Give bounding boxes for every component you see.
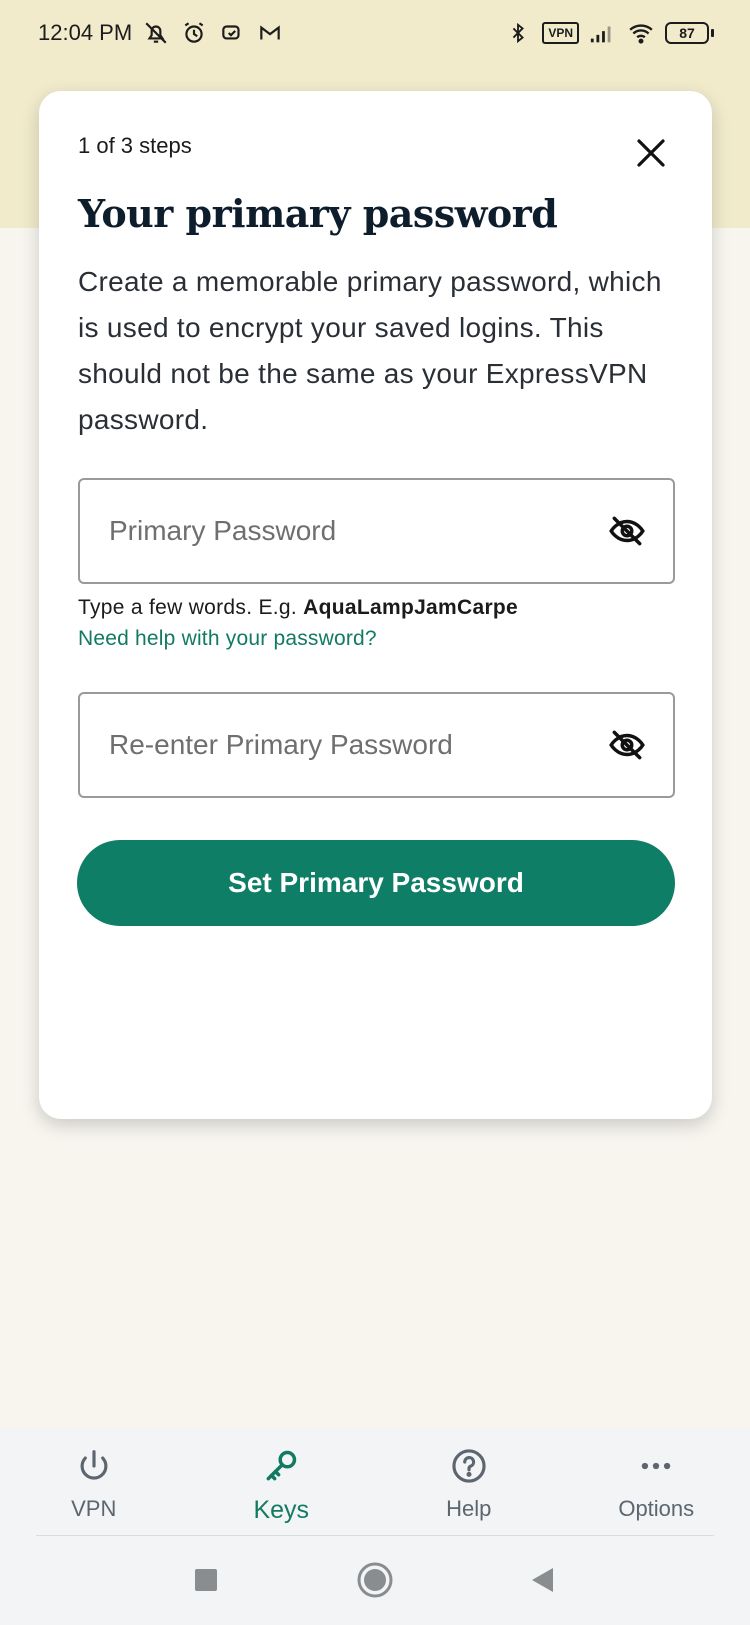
wifi-icon	[627, 19, 655, 47]
confirm-password-field[interactable]	[78, 692, 675, 798]
back-button[interactable]	[520, 1558, 564, 1602]
primary-password-dialog: 1 of 3 steps Your primary password Creat…	[39, 91, 712, 1119]
password-help-link[interactable]: Need help with your password?	[78, 627, 377, 651]
system-nav-bar	[0, 1536, 750, 1625]
primary-password-input[interactable]	[80, 480, 603, 582]
eye-off-icon	[609, 730, 645, 760]
more-dots-icon	[636, 1446, 676, 1486]
set-primary-password-button[interactable]: Set Primary Password	[77, 840, 675, 926]
vpn-icon: VPN	[542, 22, 579, 44]
toggle-visibility-button[interactable]	[603, 507, 651, 555]
tab-bar: VPN Keys Help Options	[0, 1428, 750, 1535]
key-icon	[261, 1446, 301, 1486]
status-right: VPN 87	[504, 19, 714, 47]
toggle-confirm-visibility-button[interactable]	[603, 721, 651, 769]
bottom-area: VPN Keys Help Options	[0, 1428, 750, 1625]
battery-tip	[711, 29, 714, 37]
tab-keys[interactable]: Keys	[188, 1428, 376, 1535]
signal-icon	[589, 19, 617, 47]
power-icon	[74, 1446, 114, 1486]
battery-level: 87	[665, 22, 709, 44]
hint-example: AquaLampJamCarpe	[303, 596, 519, 619]
tab-label: Keys	[253, 1496, 310, 1524]
app-notification-icon	[218, 19, 246, 47]
primary-password-field[interactable]	[78, 478, 675, 584]
gmail-icon	[256, 19, 284, 47]
bluetooth-icon	[504, 19, 532, 47]
tab-label: Options	[618, 1496, 695, 1521]
step-indicator: 1 of 3 steps	[78, 133, 192, 158]
status-bar: 12:04 PM VPN 87	[0, 0, 750, 66]
confirm-password-input[interactable]	[80, 694, 603, 796]
password-hint: Type a few words. E.g. AquaLampJamCarpe	[78, 596, 518, 620]
screen: 12:04 PM VPN 87 1 of 3 steps Your primar…	[0, 0, 750, 1625]
battery-icon: 87	[665, 22, 714, 44]
question-circle-icon	[449, 1446, 489, 1486]
tab-help[interactable]: Help	[375, 1428, 563, 1535]
close-icon	[637, 139, 665, 167]
alarm-icon	[180, 19, 208, 47]
eye-off-icon	[609, 516, 645, 546]
dialog-title: Your primary password	[78, 191, 558, 236]
tab-label: VPN	[71, 1496, 117, 1521]
tab-label: Help	[446, 1496, 492, 1521]
recents-button[interactable]	[184, 1558, 228, 1602]
back-triangle-icon	[532, 1568, 553, 1592]
dialog-description: Create a memorable primary password, whi…	[78, 266, 662, 435]
status-time: 12:04 PM	[38, 20, 133, 45]
tab-options[interactable]: Options	[563, 1428, 750, 1535]
square-icon	[195, 1569, 217, 1591]
home-button[interactable]	[353, 1558, 397, 1602]
tab-vpn[interactable]: VPN	[0, 1428, 188, 1535]
close-button[interactable]	[629, 131, 673, 175]
status-left: 12:04 PM	[38, 19, 284, 47]
muted-bell-icon	[142, 19, 170, 47]
home-circle-icon	[357, 1562, 393, 1598]
hint-text: Type a few words. E.g.	[78, 596, 304, 619]
